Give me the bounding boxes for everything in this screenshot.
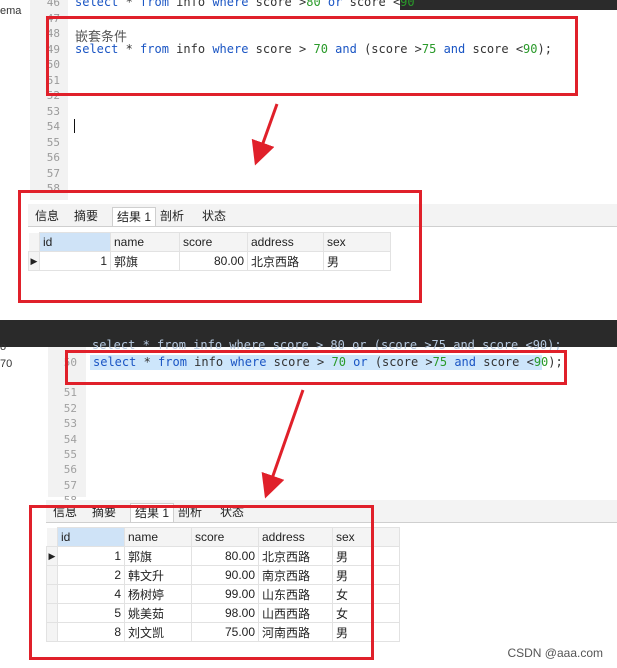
- annotation-arrows: [251, 103, 305, 499]
- arrow-top: [251, 103, 279, 166]
- watermark-text: CSDN @aaa.com: [507, 646, 603, 660]
- arrow-bottom: [261, 389, 305, 499]
